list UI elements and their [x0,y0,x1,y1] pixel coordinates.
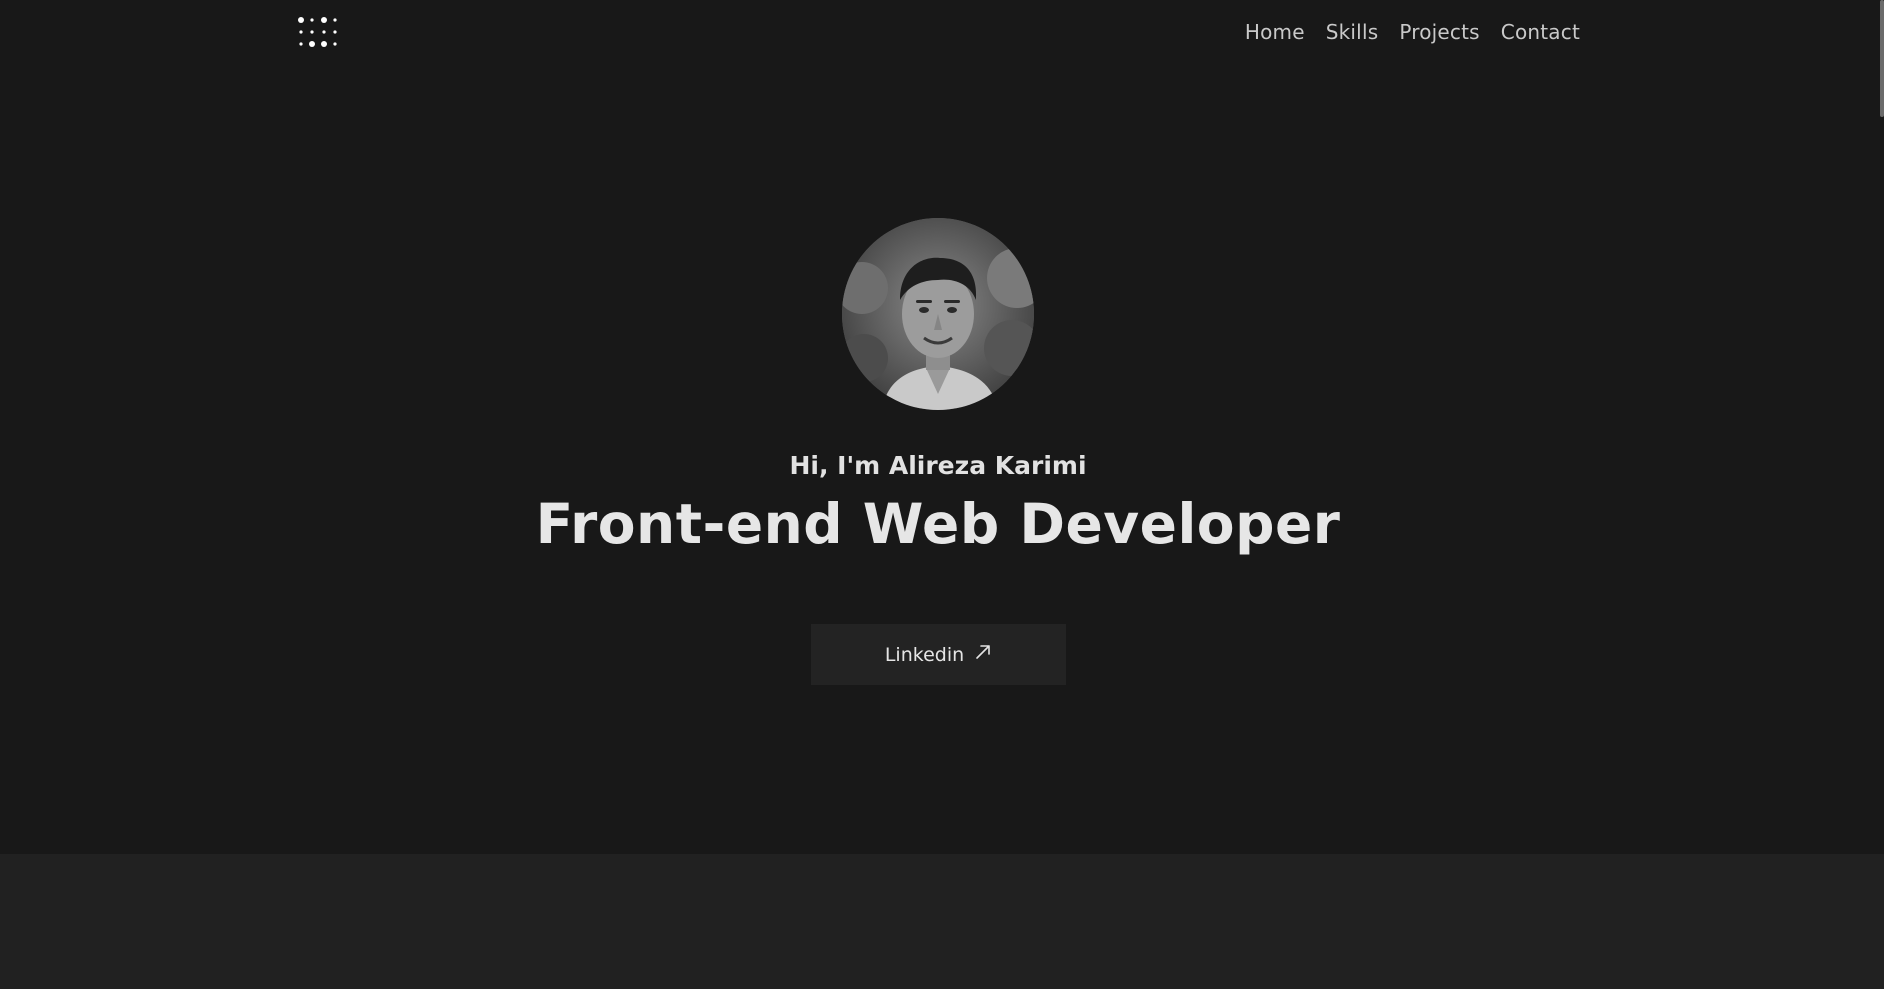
hero-greeting: Hi, I'm Alireza Karimi [789,451,1087,480]
hero-section: Home Skills Projects Contact Hi, I'm Ali… [0,0,1884,854]
main-nav: Home Skills Projects Contact [1245,18,1580,46]
nav-link-contact[interactable]: Contact [1501,18,1580,46]
dots-logo-icon [298,17,337,47]
next-section [0,854,1884,989]
dots-grid-logo[interactable] [297,16,339,48]
profile-avatar [842,218,1034,410]
page: Home Skills Projects Contact Hi, I'm Ali… [0,0,1884,989]
page-scrollbar[interactable] [1878,0,1884,989]
nav-link-projects[interactable]: Projects [1399,18,1479,46]
scrollbar-thumb[interactable] [1880,0,1884,117]
hero-title: Front-end Web Developer [535,492,1341,556]
linkedin-button[interactable]: Linkedin [811,624,1066,685]
profile-photo [842,218,1034,410]
nav-link-skills[interactable]: Skills [1326,18,1379,46]
linkedin-button-label: Linkedin [884,643,965,666]
arrow-up-right-icon [974,643,992,666]
nav-link-home[interactable]: Home [1245,18,1305,46]
